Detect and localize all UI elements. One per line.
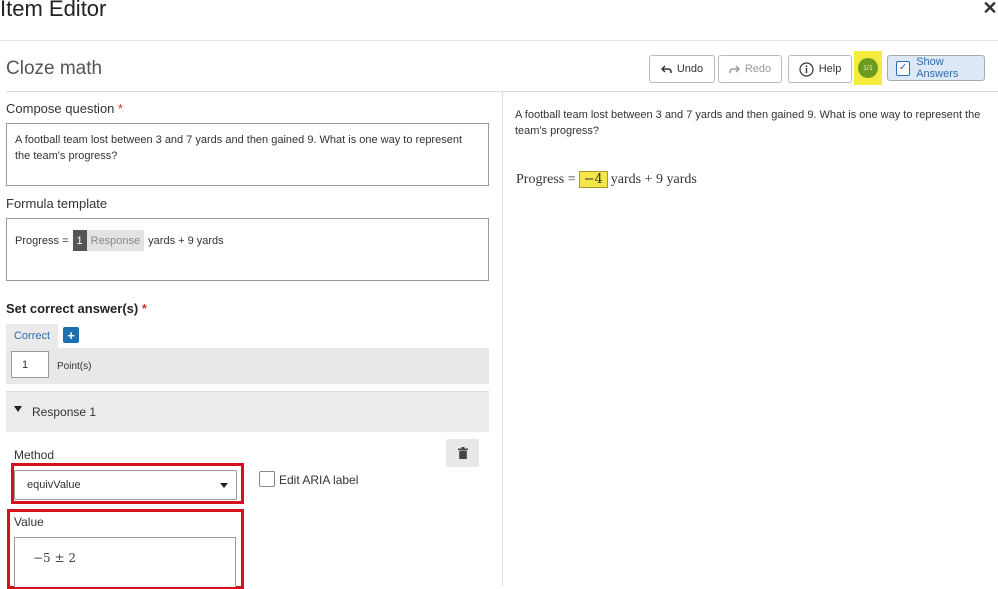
compose-question-label: Compose question * [6, 101, 123, 116]
undo-icon [660, 64, 672, 73]
response-index: 1 [72, 230, 87, 251]
trash-glyph [457, 447, 468, 459]
value-math: −5 ± 2 [33, 551, 77, 565]
method-select[interactable]: equivValue [14, 470, 237, 500]
show-answers-label: Show Answers [916, 56, 959, 80]
formula-template-label: Formula template [6, 196, 108, 211]
method-label: Method [14, 448, 55, 462]
close-icon[interactable]: ✕ [982, 0, 998, 19]
preview-answer-box[interactable]: −4 [578, 171, 608, 188]
response-label: Response [86, 230, 145, 251]
points-label: Point(s) [57, 361, 92, 372]
value-label: Value [14, 515, 44, 529]
redo-label: Redo [744, 63, 772, 75]
redo-icon [729, 64, 740, 73]
compose-question-text: A football team lost between 3 and 7 yar… [15, 134, 463, 162]
caret-down-icon[interactable] [14, 406, 22, 412]
preview-question-text: A football team lost between 3 and 7 yar… [515, 109, 981, 137]
window-title: Item Editor [0, 0, 107, 21]
trash-icon[interactable] [446, 439, 479, 467]
help-button[interactable]: Help [788, 55, 852, 83]
aria-label-text: Edit ARIA label [279, 473, 359, 487]
widget-title: Cloze math [6, 58, 103, 79]
preview-formula: Progress = −4 yards + 9 yards [516, 171, 697, 188]
response-placeholder[interactable]: 1 Response [72, 230, 145, 251]
redo-button[interactable]: Redo [718, 55, 782, 83]
item-counter[interactable]: 1/1 [858, 58, 878, 78]
template-suffix: yards + 9 yards [148, 234, 224, 247]
template-prefix: Progress = [15, 234, 69, 247]
undo-label: Undo [676, 63, 704, 75]
caret-down-icon [220, 483, 228, 488]
undo-button[interactable]: Undo [649, 55, 715, 83]
check-icon: ✓ [896, 60, 911, 76]
set-correct-answers-label: Set correct answer(s) * [6, 301, 147, 316]
required-mark: * [141, 301, 147, 316]
help-label: Help [818, 63, 842, 75]
tab-correct[interactable]: Correct [6, 324, 58, 348]
method-value: equivValue [27, 479, 81, 491]
preview-prefix: Progress = [516, 171, 576, 187]
answers-label-text: Set correct answer(s) [6, 301, 139, 316]
points-input[interactable]: 1 [11, 351, 49, 378]
preview-suffix: yards + 9 yards [610, 171, 697, 187]
formula-template-editor[interactable]: Progress = 1 Response yards + 9 yards [6, 218, 489, 281]
required-mark: * [118, 101, 124, 116]
compose-question-editor[interactable]: A football team lost between 3 and 7 yar… [6, 123, 489, 186]
pane-divider [502, 92, 503, 586]
aria-label-checkbox[interactable] [259, 471, 275, 487]
plus-icon[interactable]: + [63, 327, 79, 343]
show-answers-toggle[interactable]: ✓ Show Answers [887, 55, 985, 81]
compose-label-text: Compose question [6, 101, 115, 116]
item-counter-highlight: 1/1 [854, 51, 882, 85]
value-input[interactable]: −5 ± 2 [14, 537, 236, 587]
help-icon [799, 61, 814, 77]
response-title: Response 1 [32, 405, 97, 419]
header-divider [0, 40, 998, 41]
